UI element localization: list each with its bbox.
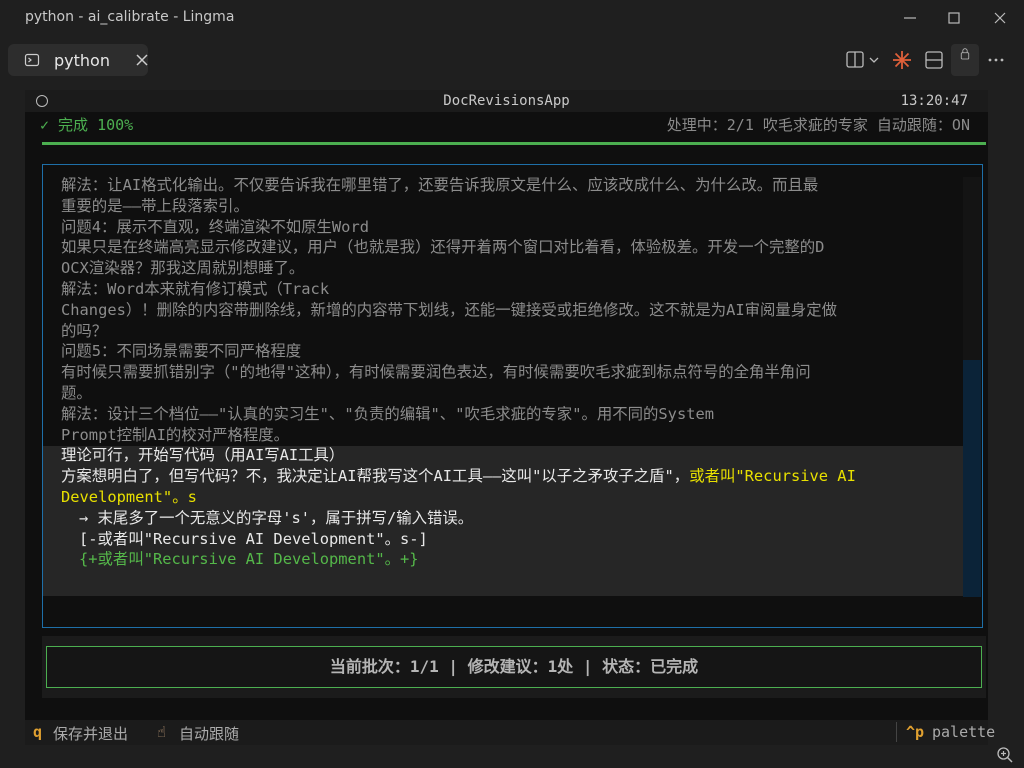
quit-label[interactable]: 保存并退出 — [53, 723, 128, 744]
section-heading: 理论可行，开始写代码（用AI写AI工具） — [61, 446, 345, 465]
palette-key[interactable]: ^p — [906, 723, 924, 741]
completion-status: ✓ 完成 100% — [40, 116, 134, 134]
footer-bar: q 保存并退出 ☝ 自动跟随 ^p palette — [25, 720, 995, 745]
window-title: python - ai_calibrate - Lingma — [25, 9, 235, 25]
quit-key[interactable]: q — [33, 723, 42, 741]
current-paragraph: 方案想明白了，但写代码？不，我决定让AI帮我写这个AI工具——这叫"以子之矛攻子… — [61, 466, 953, 487]
doc-line: Changes）！删除的内容带删除线，新增的内容带下划线，还能一键接受或拒绝修改… — [61, 300, 837, 319]
sparkle-icon[interactable] — [892, 50, 912, 70]
doc-line: OCX渲染器？那我这周就别想睡了。 — [61, 259, 305, 278]
tab-label: python — [54, 51, 110, 70]
doc-line: 有时候只需要抓错别字（"的地得"这种），有时候需要润色表达，有时候需要吹毛求疵到… — [61, 363, 811, 382]
status-row: ✓ 完成 100% 处理中：2/1 吹毛求疵的专家 自动跟随：ON — [25, 112, 988, 140]
deleted-text: [-或者叫"Recursive AI Development"。s-] — [79, 529, 428, 548]
app-header: DocRevisionsApp 13:20:47 — [25, 90, 988, 112]
doc-line: 题。 — [61, 383, 92, 402]
follow-key-icon[interactable]: ☝ — [157, 723, 166, 741]
doc-line: 解法：设计三个档位——"认真的实习生"、"负责的编辑"、"吹毛求疵的专家"。用不… — [61, 404, 715, 423]
window-titlebar: python - ai_calibrate - Lingma — [0, 0, 1024, 36]
suggestion-note: → 末尾多了一个无意义的字母's'，属于拼写/输入错误。 — [79, 508, 474, 527]
more-icon[interactable] — [986, 50, 1006, 70]
minimize-button[interactable] — [898, 6, 922, 30]
doc-line: 解法：Word本来就有修订模式（Track — [61, 279, 330, 298]
doc-line: 如果只是在终端高亮显示修改建议，用户（也就是我）还得开着两个窗口对比着看，体验极… — [61, 238, 825, 257]
doc-line: 问题5：不同场景需要不同严格程度 — [61, 342, 302, 361]
clock: 13:20:47 — [900, 93, 968, 109]
panel-layout-icon[interactable] — [924, 50, 944, 70]
footer-divider — [896, 722, 897, 742]
lock-button[interactable] — [951, 44, 979, 76]
document-lines: 解法：让AI格式化输出。不仅要告诉我在哪里错了，还要告诉我原文是什么、应该改成什… — [61, 175, 953, 570]
doc-line: 的吗？ — [61, 321, 108, 340]
flagged-text: 或者叫"Recursive AI — [689, 467, 856, 486]
zoom-icon[interactable] — [996, 746, 1014, 764]
scrollbar-thumb[interactable] — [963, 177, 981, 360]
close-tab-icon[interactable] — [134, 52, 150, 68]
tab-bar: python — [0, 36, 1024, 82]
processing-status: 处理中：2/1 吹毛求疵的专家 自动跟随：ON — [666, 116, 970, 134]
doc-line: 解法：让AI格式化输出。不仅要告诉我在哪里错了，还要告诉我原文是什么、应该改成什… — [61, 176, 819, 194]
added-text: {+或者叫"Recursive AI Development"。+} — [79, 550, 419, 569]
app-title: DocRevisionsApp — [443, 93, 570, 109]
doc-line: Prompt控制AI的校对严格程度。 — [61, 425, 290, 444]
terminal-pane[interactable]: DocRevisionsApp 13:20:47 ✓ 完成 100% 处理中：2… — [25, 90, 995, 745]
tab-python[interactable]: python — [8, 44, 148, 76]
paragraph-text: 方案想明白了，但写代码？不，我决定让AI帮我写这个AI工具——这叫"以子之矛攻子… — [61, 467, 690, 486]
follow-label[interactable]: 自动跟随 — [179, 723, 239, 744]
batch-summary: 当前批次：1/1 | 修改建议：1处 | 状态：已完成 — [46, 646, 982, 688]
doc-line: 重要的是——带上段落索引。 — [61, 196, 249, 215]
doc-line: 问题4：展示不直观，终端渲染不如原生Word — [61, 217, 369, 236]
close-window-button[interactable] — [988, 6, 1012, 30]
split-layout-icon[interactable] — [846, 50, 882, 70]
terminal-icon — [24, 52, 40, 68]
flagged-text-continued: Development"。s — [61, 487, 197, 506]
summary-panel: 当前批次：1/1 | 修改建议：1处 | 状态：已完成 — [42, 636, 986, 698]
palette-label[interactable]: palette — [932, 723, 995, 741]
document-view[interactable]: 解法：让AI格式化输出。不仅要告诉我在哪里错了，还要告诉我原文是什么、应该改成什… — [42, 164, 983, 628]
progress-bar — [42, 142, 986, 145]
maximize-button[interactable] — [942, 6, 966, 30]
